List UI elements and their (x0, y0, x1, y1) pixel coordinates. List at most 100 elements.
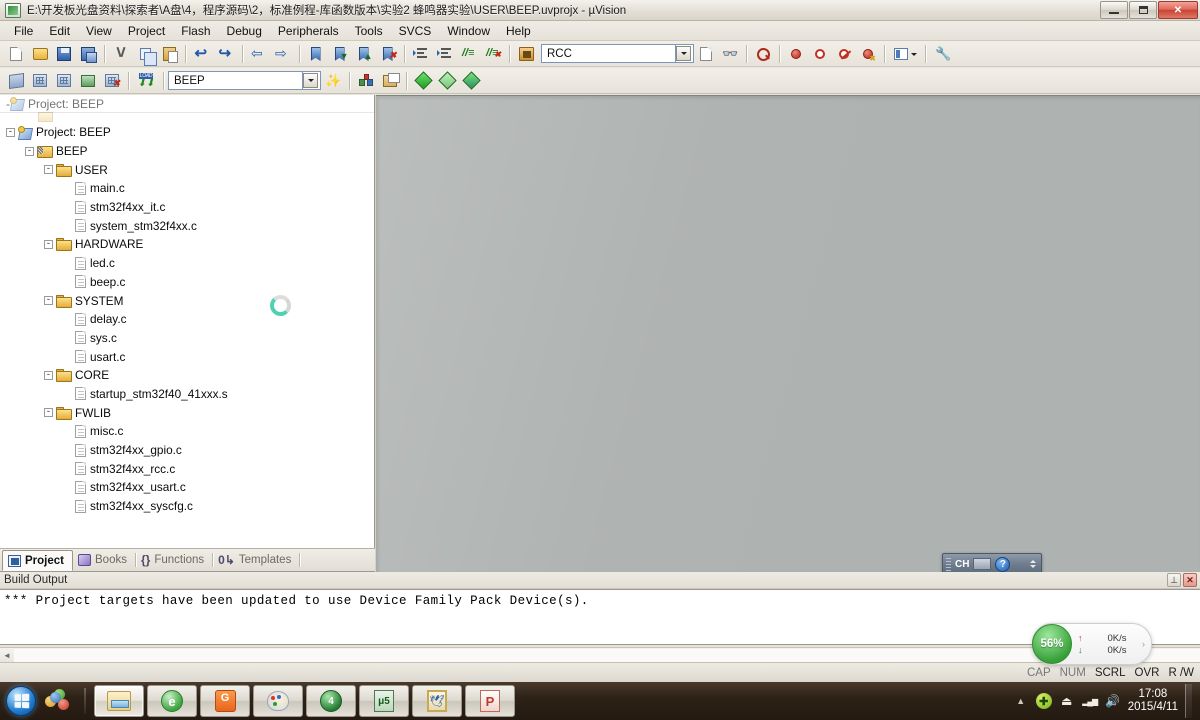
tree-item-file[interactable]: stm32f4xx_rcc.c (0, 459, 374, 478)
open-file-button[interactable] (29, 43, 51, 65)
ime-status-box[interactable] (973, 558, 992, 570)
next-bookmark-button[interactable]: ▼ (329, 43, 351, 65)
indent-right-button[interactable] (410, 43, 432, 65)
copy-button[interactable] (134, 43, 157, 66)
build-output-hscrollbar[interactable]: ◄ (0, 647, 1200, 662)
network-speed-widget[interactable]: 56% ↑ 0K/s ↓ 0K/s › (1032, 623, 1152, 665)
task-browser[interactable]: e (147, 685, 197, 717)
task-explorer[interactable] (94, 685, 144, 717)
language-bar-arrows[interactable] (1030, 557, 1036, 571)
remove-breakpoint-button[interactable] (809, 43, 831, 65)
menu-project[interactable]: Project (120, 22, 173, 40)
start-button[interactable] (6, 686, 36, 716)
minimize-button[interactable] (1100, 1, 1128, 19)
find-doc-button[interactable] (695, 43, 717, 65)
tab-functions[interactable]: {} Functions (136, 549, 212, 571)
new-file-button[interactable] (5, 43, 27, 65)
build-button[interactable] (29, 70, 51, 92)
clear-bookmarks-button[interactable]: ✖ (377, 43, 399, 65)
menu-help[interactable]: Help (498, 22, 539, 40)
binoculars-button[interactable]: 👓 (719, 43, 741, 65)
editor-mdi-area[interactable]: CH ? (376, 95, 1200, 575)
tree-item-file[interactable]: stm32f4xx_gpio.c (0, 441, 374, 460)
drag-grip-icon[interactable] (946, 557, 951, 571)
task-qq-browser[interactable]: 4 (306, 685, 356, 717)
scrollbar-track[interactable] (14, 648, 1200, 662)
tree-item-file[interactable]: sys.c (0, 329, 374, 348)
target-combo[interactable]: BEEP (168, 71, 303, 90)
build-output-body[interactable]: *** Project targets have been updated to… (0, 589, 1200, 645)
tree-item-file[interactable]: led.c (0, 254, 374, 273)
speaker-icon[interactable]: 🔊 (1105, 693, 1121, 709)
search-input[interactable]: RCC (542, 48, 675, 60)
disable-breakpoint-button[interactable] (833, 43, 855, 65)
chevron-down-icon[interactable] (1030, 565, 1036, 571)
stop-build-button[interactable]: ✖ (101, 70, 123, 92)
translate-button[interactable] (5, 70, 27, 92)
chevron-up-icon[interactable]: ▲ (1013, 693, 1029, 709)
rebuild-button[interactable] (53, 70, 75, 92)
chevron-up-icon[interactable] (1030, 557, 1036, 563)
menu-window[interactable]: Window (439, 22, 498, 40)
tree-item-folder[interactable]: - Project: BEEP (0, 123, 374, 142)
tree-expander-icon[interactable]: - (6, 127, 15, 137)
tree-item-file[interactable]: system_stm32f4xx.c (0, 216, 374, 235)
tree-expander-icon[interactable]: - (44, 370, 53, 380)
browse-symbol-button[interactable] (752, 43, 774, 65)
tree-item-file[interactable]: startup_stm32f40_41xxx.s (0, 385, 374, 404)
quick-launch-360[interactable] (42, 686, 74, 716)
indent-left-button[interactable] (434, 43, 456, 65)
insert-breakpoint-button[interactable] (785, 43, 807, 65)
tree-item-folder[interactable]: - BEEP (0, 142, 374, 161)
tree-expander-icon[interactable]: - (44, 296, 53, 306)
menu-view[interactable]: View (78, 22, 120, 40)
tree-expander-icon[interactable]: - (44, 239, 53, 249)
task-uvision[interactable]: μ5 (359, 685, 409, 717)
undo-button[interactable] (191, 43, 213, 65)
pack-installer-button[interactable] (412, 70, 434, 92)
input-mode-label[interactable]: CH (955, 559, 969, 570)
kill-breakpoints-button[interactable] (857, 43, 879, 65)
redo-button[interactable] (215, 43, 237, 65)
target-options-button[interactable] (355, 70, 377, 92)
menu-debug[interactable]: Debug (219, 22, 270, 40)
tree-item-file[interactable]: beep.c (0, 273, 374, 292)
taskbar-clock[interactable]: 17:08 2015/4/11 (1128, 688, 1178, 714)
task-pdf[interactable]: G (200, 685, 250, 717)
cut-button[interactable] (110, 43, 132, 65)
batch-build-button[interactable] (77, 70, 99, 92)
menu-edit[interactable]: Edit (41, 22, 78, 40)
paste-button[interactable] (158, 43, 180, 65)
comment-selection-button[interactable]: //≡ (458, 43, 480, 65)
tree-expander-icon[interactable]: - (25, 146, 34, 156)
chevron-down-icon[interactable] (303, 73, 318, 88)
tab-books[interactable]: Books (73, 549, 135, 571)
project-tree[interactable]: - Project: BEEP - Project: BEEP - BEEP - USER… (0, 95, 374, 548)
menu-tools[interactable]: Tools (347, 22, 391, 40)
menu-file[interactable]: File (6, 22, 41, 40)
search-dropdown[interactable] (676, 44, 694, 63)
tree-item-file[interactable]: main.c (0, 179, 374, 198)
target-value[interactable]: BEEP (169, 75, 302, 87)
tree-item-file[interactable]: usart.c (0, 347, 374, 366)
previous-bookmark-button[interactable]: ▲ (353, 43, 375, 65)
tree-item-folder[interactable]: - CORE (0, 366, 374, 385)
save-all-button[interactable] (77, 43, 99, 65)
tree-expander-icon[interactable]: - (44, 165, 53, 175)
menu-svcs[interactable]: SVCS (391, 22, 440, 40)
menu-peripherals[interactable]: Peripherals (270, 22, 347, 40)
tree-item-file[interactable]: misc.c (0, 422, 374, 441)
scroll-left-arrow-icon[interactable]: ◄ (0, 651, 14, 660)
download-button[interactable]: LOAD ⬇⬇ (134, 70, 158, 92)
tree-item-folder[interactable]: - SYSTEM (0, 291, 374, 310)
save-button[interactable] (53, 43, 75, 65)
tree-item-file[interactable]: stm32f4xx_syscfg.c (0, 497, 374, 516)
tab-templates[interactable]: 0↳ Templates (213, 549, 299, 571)
toggle-bookmark-button[interactable] (305, 43, 327, 65)
pin-button[interactable]: ⊥ (1167, 573, 1181, 587)
tree-item-folder[interactable]: - FWLIB (0, 403, 374, 422)
close-button[interactable]: ✕ (1158, 1, 1198, 19)
start-debug-button[interactable]: ✨ (322, 70, 344, 92)
help-icon[interactable]: ? (995, 556, 1011, 572)
task-mail[interactable]: 🕊 (412, 685, 462, 717)
